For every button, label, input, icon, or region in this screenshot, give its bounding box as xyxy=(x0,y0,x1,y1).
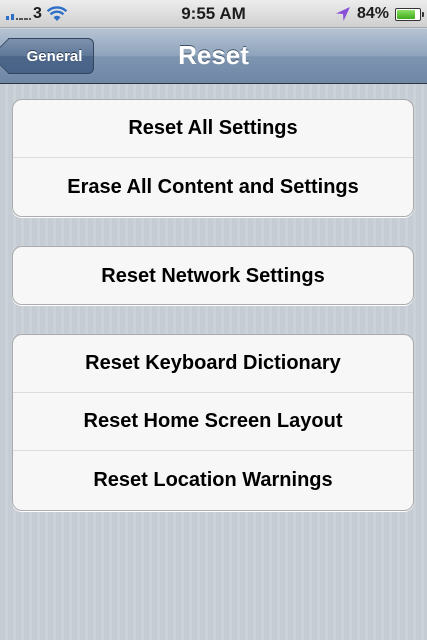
carrier-label: 3 xyxy=(33,5,42,22)
battery-percent: 84% xyxy=(356,5,389,22)
status-bar: 3 9:55 AM 84% xyxy=(0,0,427,28)
reset-network-settings-button[interactable]: Reset Network Settings xyxy=(13,247,413,304)
navigation-bar: General Reset xyxy=(0,28,427,84)
signal-bars-icon xyxy=(6,8,29,20)
reset-location-warnings-button[interactable]: Reset Location Warnings xyxy=(13,451,413,509)
erase-all-content-button[interactable]: Erase All Content and Settings xyxy=(13,158,413,216)
reset-group-1: Reset All Settings Erase All Content and… xyxy=(12,99,414,217)
back-button-general[interactable]: General xyxy=(8,38,94,74)
reset-keyboard-dictionary-button[interactable]: Reset Keyboard Dictionary xyxy=(13,335,413,393)
location-arrow-icon xyxy=(335,7,350,21)
back-button-label: General xyxy=(26,47,83,65)
battery-fill xyxy=(397,9,416,19)
wifi-icon xyxy=(46,6,68,21)
reset-group-3: Reset Keyboard Dictionary Reset Home Scr… xyxy=(12,334,414,511)
reset-group-2: Reset Network Settings xyxy=(12,246,414,305)
reset-all-settings-button[interactable]: Reset All Settings xyxy=(13,100,413,158)
reset-home-screen-layout-button[interactable]: Reset Home Screen Layout xyxy=(13,393,413,451)
status-right: 84% xyxy=(335,4,424,24)
battery-icon xyxy=(395,7,424,21)
status-left: 3 xyxy=(6,4,68,24)
